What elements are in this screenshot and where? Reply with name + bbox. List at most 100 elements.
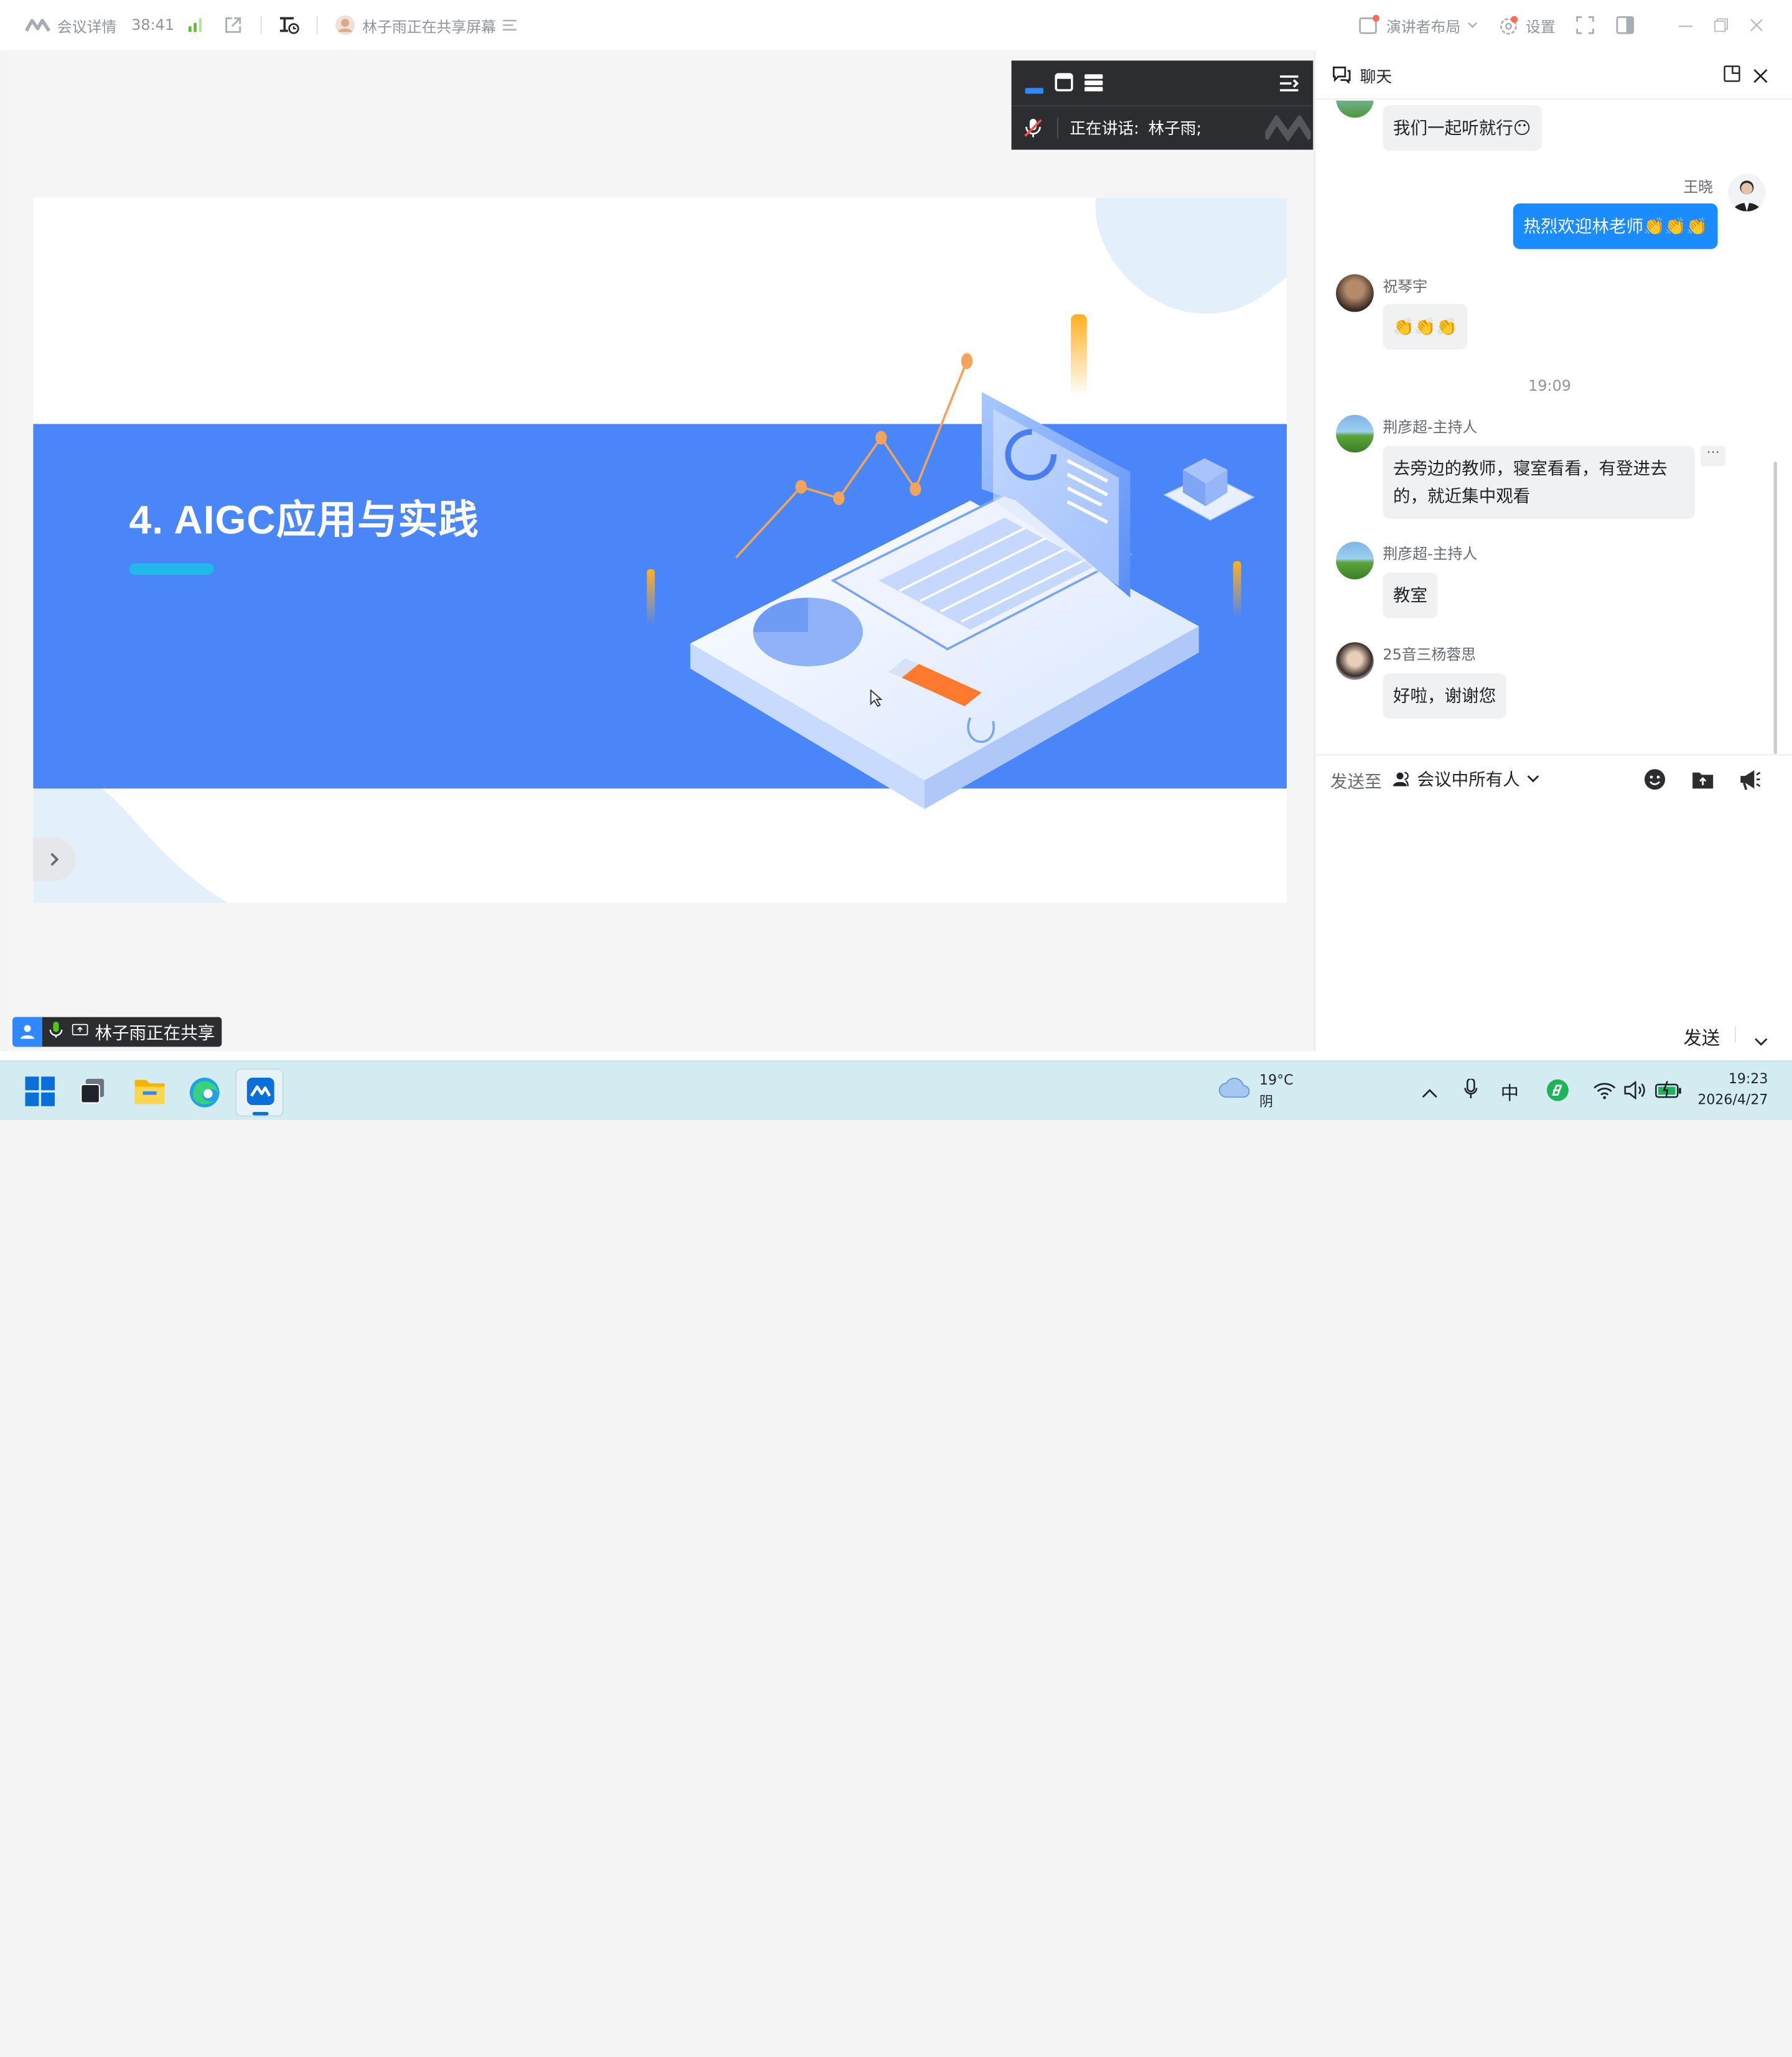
expand-panel-button[interactable] <box>33 837 76 882</box>
recipient-select[interactable]: 会议中所有人 <box>1393 767 1539 791</box>
clock-time[interactable]: 19:23 <box>1729 1071 1768 1087</box>
gallery-view-icon[interactable] <box>1085 73 1103 96</box>
chat-sender-name: 荆彦超-主持人 <box>1383 546 1478 564</box>
brand-watermark-icon <box>1265 115 1311 142</box>
speaking-label: 正在讲话: <box>1070 119 1139 139</box>
restore-icon[interactable] <box>1714 0 1729 50</box>
more-options-icon[interactable]: ··· <box>1701 445 1726 467</box>
send-options-icon[interactable] <box>1754 1030 1768 1052</box>
chat-scrollbar[interactable] <box>1773 462 1778 755</box>
record-text-icon[interactable] <box>278 0 301 50</box>
chat-icon <box>1333 66 1351 88</box>
presenter-avatar-icon <box>335 15 355 35</box>
send-button[interactable]: 发送 <box>1683 1023 1720 1050</box>
title-underline <box>129 563 214 575</box>
avatar <box>1336 541 1374 580</box>
screen-share-icon <box>72 1022 88 1042</box>
start-icon[interactable] <box>25 1076 55 1111</box>
list-icon <box>503 19 517 30</box>
chat-sender-name: 王晓 <box>1683 179 1714 197</box>
shared-slide: 4. AIGC应用与实践 <box>33 197 1287 903</box>
temperature: 19°C <box>1259 1071 1294 1088</box>
meeting-duration: 38:41 <box>131 16 175 34</box>
app-tray-icon[interactable] <box>1546 1079 1569 1106</box>
minimize-icon[interactable] <box>1679 0 1693 50</box>
sidebar-toggle-icon[interactable] <box>1616 0 1635 50</box>
close-chat-icon[interactable] <box>1753 67 1768 88</box>
chat-message: 好啦，谢谢您 <box>1383 673 1506 719</box>
tencent-meeting-logo-icon <box>25 17 50 34</box>
group-icon <box>1393 771 1409 786</box>
divider <box>1735 1026 1736 1043</box>
float-panel-toolbar <box>1011 60 1314 106</box>
chat-title: 聊天 <box>1360 68 1393 87</box>
weather-condition: 阴 <box>1259 1093 1274 1110</box>
chevron-up-icon[interactable] <box>1422 1082 1438 1104</box>
settings-button[interactable]: 设置 <box>1498 0 1556 50</box>
volume-icon[interactable] <box>1624 1080 1647 1104</box>
input-method-indicator[interactable]: 中 <box>1501 1078 1519 1105</box>
settings-label: 设置 <box>1525 19 1556 36</box>
file-upload-icon[interactable] <box>1691 768 1714 795</box>
chevron-down-icon <box>1527 775 1539 783</box>
chat-panel: 聊天 我们一起听就行😶 王晓 热烈欢迎林老师👏👏👏 祝琴宇 👏👏👏 19:09 … <box>1314 50 1792 1052</box>
meeting-app: 会议详情 38:41 林子雨正在共享屏幕 演讲者布局 设置 4. AIGC应用与… <box>0 0 1792 2057</box>
file-explorer-icon[interactable] <box>134 1076 166 1111</box>
meeting-details-button[interactable]: 会议详情 <box>25 0 116 50</box>
microphone-icon[interactable] <box>1464 1078 1478 1104</box>
clock-date[interactable]: 2026/4/27 <box>1697 1091 1768 1108</box>
speaker-name: 林子雨; <box>1148 119 1202 139</box>
chat-timestamp: 19:09 <box>1528 378 1571 396</box>
avatar <box>1336 642 1374 680</box>
pop-out-icon[interactable] <box>1724 65 1741 87</box>
chat-sender-name: 25音三杨蓉思 <box>1383 646 1477 665</box>
chat-message: 教室 <box>1383 572 1438 618</box>
meeting-details-label: 会议详情 <box>57 19 117 36</box>
close-window-icon[interactable] <box>1750 0 1763 50</box>
wifi-icon[interactable] <box>1593 1081 1616 1104</box>
sharing-tag: 林子雨正在共享 <box>12 1017 222 1047</box>
speaker-view-icon[interactable] <box>1025 79 1043 101</box>
send-to-label: 发送至 <box>1330 771 1382 792</box>
battery-charging-icon[interactable] <box>1655 1081 1682 1104</box>
announcement-icon[interactable] <box>1738 768 1762 795</box>
chat-message: 去旁边的教师，寝室看看，有登进去的，就近集中观看 <box>1383 445 1695 519</box>
cloud-weather-icon[interactable] <box>1218 1076 1250 1104</box>
title-bar: 会议详情 38:41 林子雨正在共享屏幕 演讲者布局 设置 <box>0 0 1792 50</box>
speaker-layout-label: 演讲者布局 <box>1386 19 1461 36</box>
task-view-icon[interactable] <box>80 1078 108 1109</box>
laptop-illustration <box>646 314 1255 809</box>
external-link-icon[interactable] <box>224 0 242 50</box>
chat-header: 聊天 <box>1315 50 1792 100</box>
chat-composer: 发送至 会议中所有人 发送 <box>1315 754 1792 1052</box>
participant-icon <box>12 1017 42 1047</box>
layout-icon <box>1359 14 1379 35</box>
tencent-meeting-app-icon <box>246 1078 274 1106</box>
tencent-meeting-taskbar-button[interactable] <box>235 1068 284 1117</box>
collapse-panel-icon[interactable] <box>1279 74 1299 97</box>
avatar <box>1336 100 1374 118</box>
sharing-status-label: 林子雨正在共享屏幕 <box>362 19 497 36</box>
emoji-icon[interactable] <box>1643 768 1666 795</box>
speaker-float-panel: 正在讲话: 林子雨; <box>1011 60 1314 150</box>
mic-icon <box>49 1022 63 1042</box>
windows-taskbar: 19°C 阴 中 19:23 2026/4/27 <box>0 1060 1792 1120</box>
sharing-tag-label: 林子雨正在共享 <box>95 1022 215 1043</box>
avatar <box>1728 174 1766 212</box>
avatar <box>1336 414 1374 453</box>
chat-message: 我们一起听就行😶 <box>1383 105 1542 151</box>
slide-title: 4. AIGC应用与实践 <box>129 498 479 543</box>
fullscreen-icon[interactable] <box>1576 0 1594 50</box>
gear-icon <box>1498 15 1519 35</box>
window-bottom-edge <box>0 1051 1792 1061</box>
chat-message-list: 我们一起听就行😶 王晓 热烈欢迎林老师👏👏👏 祝琴宇 👏👏👏 19:09 荆彦超… <box>1315 100 1792 755</box>
chevron-right-icon <box>50 852 58 866</box>
sharing-status[interactable]: 林子雨正在共享屏幕 <box>335 0 517 50</box>
mouse-cursor-icon <box>870 689 883 707</box>
chat-message-own: 热烈欢迎林老师👏👏👏 <box>1513 203 1718 250</box>
window-view-icon[interactable] <box>1055 73 1073 96</box>
chevron-down-icon <box>1467 22 1478 29</box>
speaker-layout-button[interactable]: 演讲者布局 <box>1359 0 1478 50</box>
signal-strength-icon[interactable] <box>187 0 203 50</box>
edge-browser-icon[interactable] <box>189 1076 220 1113</box>
